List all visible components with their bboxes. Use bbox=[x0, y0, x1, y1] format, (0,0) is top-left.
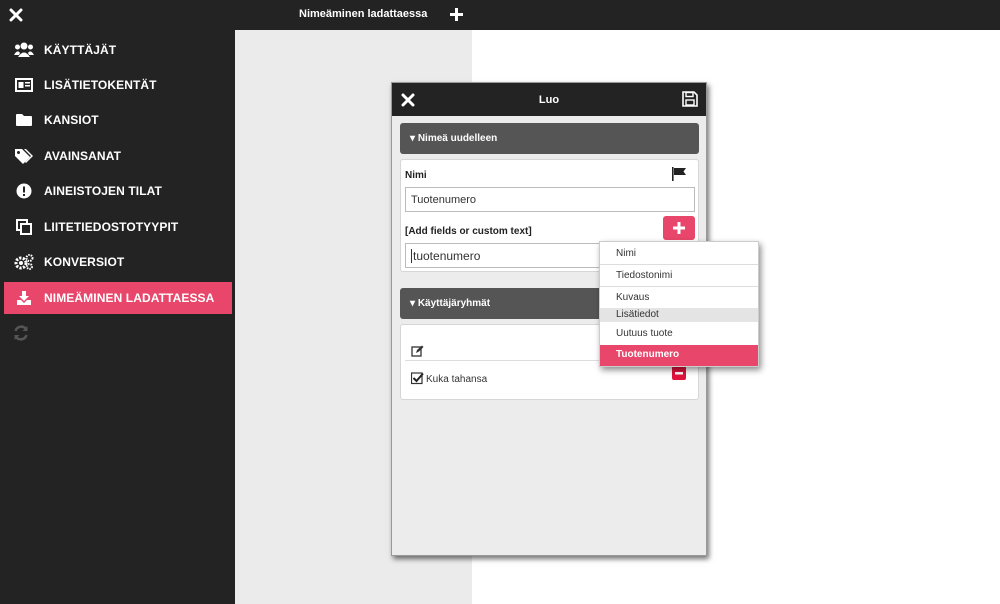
sidebar-item-label: KANSIOT bbox=[44, 113, 99, 127]
sidebar-item-keywords[interactable]: AVAINSANAT bbox=[4, 140, 232, 172]
plus-icon[interactable] bbox=[449, 7, 464, 22]
sidebar: KÄYTTÄJÄT LISÄTIETOKENTÄT KANSIOT AVAINS… bbox=[0, 0, 235, 604]
copy-icon bbox=[4, 219, 44, 235]
save-icon[interactable] bbox=[682, 91, 698, 107]
group-item-label: Kuka tahansa bbox=[426, 374, 488, 385]
dialog-header: Luo bbox=[392, 83, 706, 116]
sidebar-item-naming-on-upload[interactable]: NIMEÄMINEN LADATTAESSA bbox=[4, 282, 232, 314]
exclamation-icon bbox=[4, 183, 44, 199]
sidebar-item-label: KÄYTTÄJÄT bbox=[44, 43, 117, 57]
folder-icon bbox=[4, 113, 44, 127]
add-field-button[interactable] bbox=[663, 216, 695, 240]
menu-group-additional-info: Lisätiedot bbox=[600, 308, 758, 322]
menu-item-description[interactable]: Kuvaus bbox=[600, 292, 758, 303]
name-input[interactable]: Tuotenumero bbox=[405, 187, 695, 212]
close-icon[interactable] bbox=[8, 7, 24, 23]
checkbox[interactable] bbox=[411, 372, 424, 385]
sidebar-item-conversions[interactable]: KONVERSIOT bbox=[4, 246, 232, 278]
field-dropdown-menu: Nimi Tiedostonimi Kuvaus Lisätiedot Uutu… bbox=[599, 241, 759, 367]
caret-down-icon: ▾ bbox=[410, 298, 416, 309]
menu-item-name[interactable]: Nimi bbox=[600, 248, 758, 259]
refresh-icon[interactable] bbox=[12, 324, 30, 342]
menu-divider bbox=[600, 264, 758, 265]
edit-icon[interactable] bbox=[411, 345, 424, 357]
menu-divider bbox=[600, 286, 758, 287]
fields-label: [Add fields or custom text] bbox=[405, 226, 532, 237]
flag-icon[interactable] bbox=[671, 167, 687, 181]
id-card-icon bbox=[4, 78, 44, 92]
sidebar-item-label: AVAINSANAT bbox=[44, 149, 121, 163]
sidebar-item-label: KONVERSIOT bbox=[44, 255, 125, 269]
cogs-icon bbox=[4, 254, 44, 270]
users-icon bbox=[4, 42, 44, 58]
section-title: Nimeä uudelleen bbox=[417, 133, 498, 144]
plus-icon bbox=[673, 222, 685, 234]
tab-naming-on-upload[interactable]: Nimeäminen ladattaessa bbox=[299, 8, 427, 20]
sidebar-item-folders[interactable]: KANSIOT bbox=[4, 104, 232, 136]
sidebar-item-label: AINEISTOJEN TILAT bbox=[44, 184, 162, 198]
tags-icon bbox=[4, 148, 44, 164]
sidebar-item-additional-fields[interactable]: LISÄTIETOKENTÄT bbox=[4, 69, 232, 101]
sidebar-item-attachment-types[interactable]: LIITETIEDOSTOTYYPIT bbox=[4, 211, 232, 243]
sidebar-item-label: LISÄTIETOKENTÄT bbox=[44, 78, 157, 92]
sidebar-item-asset-states[interactable]: AINEISTOJEN TILAT bbox=[4, 175, 232, 207]
dialog-title: Luo bbox=[538, 94, 560, 106]
section-rename-header[interactable]: ▾ Nimeä uudelleen bbox=[400, 123, 699, 154]
sidebar-item-users[interactable]: KÄYTTÄJÄT bbox=[4, 34, 232, 66]
pattern-value: tuotenumero bbox=[411, 249, 481, 263]
menu-item-new-product[interactable]: Uutuus tuote bbox=[600, 328, 758, 339]
top-bar: Nimeäminen ladattaessa bbox=[235, 0, 1000, 30]
menu-item-filename[interactable]: Tiedostonimi bbox=[600, 270, 758, 281]
sidebar-item-label: LIITETIEDOSTOTYYPIT bbox=[44, 220, 179, 234]
caret-down-icon: ▾ bbox=[410, 133, 416, 144]
name-label: Nimi bbox=[405, 170, 427, 181]
menu-item-product-number[interactable]: Tuotenumero bbox=[600, 345, 758, 366]
remove-icon[interactable] bbox=[672, 366, 686, 380]
sidebar-item-label: NIMEÄMINEN LADATTAESSA bbox=[44, 291, 215, 305]
section-title: Käyttäjäryhmät bbox=[417, 298, 491, 309]
download-icon bbox=[4, 290, 44, 306]
